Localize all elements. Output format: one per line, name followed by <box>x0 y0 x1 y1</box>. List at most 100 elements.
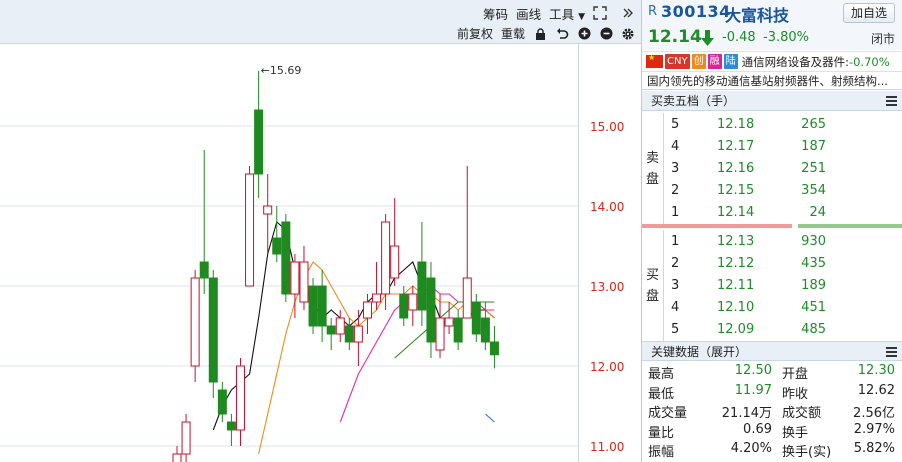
level-price: 12.16 <box>717 161 755 177</box>
candle-body <box>344 325 354 343</box>
candle-body <box>308 285 318 327</box>
tag-chinext[interactable]: 创 <box>691 54 706 69</box>
zoom-in-icon[interactable] <box>577 27 591 41</box>
price-change: -0.48 <box>722 30 756 45</box>
key-data-row: 成交量 21.14万 成交额 2.56亿 <box>642 401 902 421</box>
candle-body <box>290 261 300 295</box>
candle-body <box>226 421 236 431</box>
key-data-header[interactable]: 关键数据（展开） <box>642 341 902 361</box>
chips-button[interactable]: 筹码 <box>483 4 508 23</box>
level-price: 12.11 <box>717 278 755 294</box>
y-tick-label: 12.00 <box>590 360 624 374</box>
key-value: 2.56亿 <box>853 406 895 422</box>
candle-body <box>235 365 245 431</box>
candle-body <box>390 245 400 279</box>
key-label: 最高 <box>648 367 675 382</box>
collapse-right-icon[interactable] <box>621 6 635 20</box>
key-value: 21.14万 <box>721 406 772 422</box>
level-price: 12.13 <box>717 233 755 249</box>
zoom-out-icon[interactable] <box>599 27 613 41</box>
fullscreen-icon[interactable] <box>593 6 607 20</box>
stock-tags: CNY 创 融 陆 通信网络设备及器件:-0.70% <box>642 51 902 71</box>
candle-body <box>190 277 200 367</box>
key-data-row: 最低 11.97 昨收 12.62 <box>642 382 902 402</box>
ask-level-row[interactable]: 4 12.17 187 <box>664 135 902 157</box>
bid-level-row[interactable]: 1 12.13 930 <box>664 230 902 252</box>
key-value: 2.97% <box>853 421 895 437</box>
key-label: 开盘 <box>782 367 809 382</box>
industry-change: -0.70% <box>848 54 890 69</box>
y-tick-label: 11.00 <box>590 440 624 454</box>
kline-chart[interactable]: 15.00 14.00 13.00 12.00 11.00 ←15.69 <box>0 44 641 462</box>
level-volume: 930 <box>801 233 826 249</box>
key-data-table: 最高 12.50 开盘 12.30 最低 11.97 昨收 12.62 成交量 21.14万 成交额… <box>642 362 902 460</box>
industry-link[interactable]: 通信网络设备及器件:-0.70% <box>742 54 890 70</box>
key-label: 换手 <box>782 425 809 441</box>
ask-level-row[interactable]: 1 12.14 24 <box>664 202 902 224</box>
key-label: 量比 <box>648 425 675 441</box>
key-value: 12.30 <box>857 363 895 378</box>
tools-menu-button[interactable]: 工具 ▼ <box>549 4 585 23</box>
ask-level-row[interactable]: 3 12.16 251 <box>664 157 902 179</box>
ask-level-row[interactable]: 5 12.18 265 <box>664 113 902 135</box>
bid-level-row[interactable]: 2 12.12 435 <box>664 252 902 274</box>
draw-line-button[interactable]: 画线 <box>516 4 541 23</box>
level-number: 2 <box>671 183 680 199</box>
tag-margin[interactable]: 融 <box>707 54 722 69</box>
book-divider <box>642 224 902 228</box>
candle-body <box>444 317 454 327</box>
y-tick-label: 14.00 <box>590 200 624 214</box>
lock-icon[interactable] <box>533 27 547 41</box>
key-value: 4.20% <box>730 441 772 457</box>
candle-body <box>362 301 372 319</box>
candle-body <box>181 421 191 455</box>
level-volume: 24 <box>809 205 826 221</box>
tag-connect[interactable]: 陆 <box>723 54 738 69</box>
menu-icon[interactable] <box>886 96 897 106</box>
level-price: 12.15 <box>717 183 755 199</box>
reload-button[interactable]: 重载 <box>501 25 525 42</box>
bid-level-row[interactable]: 5 12.09 485 <box>664 319 902 341</box>
menu-icon[interactable] <box>886 347 897 357</box>
gear-icon[interactable] <box>621 27 635 41</box>
undo-icon[interactable] <box>555 27 569 41</box>
key-label: 换手(实) <box>782 445 832 461</box>
candle-body <box>417 261 427 311</box>
candle-body <box>372 293 382 303</box>
candle-body <box>199 261 209 279</box>
order-book-header[interactable]: 买卖五档（手） <box>642 91 902 111</box>
bid-label: 买 盘 <box>642 230 664 341</box>
forward-adjust-button[interactable]: 前复权 <box>457 25 493 42</box>
candle-body <box>272 237 282 255</box>
candle-body <box>489 341 499 356</box>
china-flag-icon <box>646 53 663 68</box>
level-price: 12.14 <box>717 205 755 221</box>
bid-label-char-1: 买 <box>645 267 659 283</box>
candle-body <box>435 317 445 351</box>
rzrq-mark: R <box>648 4 658 19</box>
candle-body <box>208 277 218 383</box>
candle-body <box>263 205 273 215</box>
stock-name[interactable]: 大富科技 <box>725 2 789 26</box>
candle-body <box>353 325 363 343</box>
ask-level-row[interactable]: 2 12.15 354 <box>664 180 902 202</box>
caret-down-icon: ▼ <box>578 11 585 22</box>
candle-body <box>480 317 490 343</box>
stock-code: 300134 <box>661 2 731 21</box>
bid-level-row[interactable]: 4 12.10 451 <box>664 297 902 319</box>
key-label: 成交额 <box>782 406 822 422</box>
candle-body <box>281 221 291 295</box>
key-label: 最低 <box>648 386 675 402</box>
level-number: 2 <box>671 255 680 271</box>
key-value: 11.97 <box>734 382 772 398</box>
level-number: 1 <box>671 233 680 249</box>
candle-body <box>317 285 327 327</box>
add-favorite-button[interactable]: 加自选 <box>843 3 895 23</box>
candle-body <box>217 389 227 415</box>
key-data-row: 最高 12.50 开盘 12.30 <box>642 362 902 382</box>
tag-cny[interactable]: CNY <box>665 54 690 69</box>
bid-level-row[interactable]: 3 12.11 189 <box>664 274 902 296</box>
level-number: 5 <box>671 116 680 132</box>
ask-side: 卖 盘 5 12.18 265 4 12.17 187 3 12.16 251 2 12.15 354… <box>642 113 902 224</box>
level-volume: 187 <box>801 138 826 154</box>
